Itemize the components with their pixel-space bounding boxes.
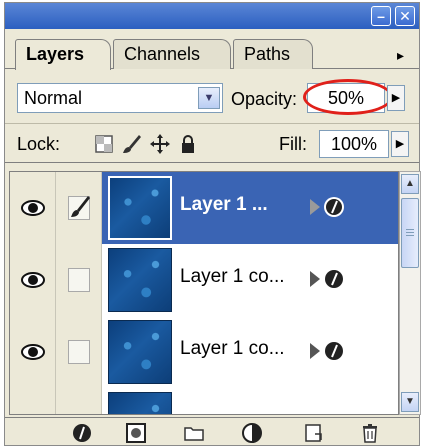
blend-mode-value: Normal [24,88,83,108]
title-bar: – ✕ [5,3,419,29]
lock-pixels-icon[interactable] [121,133,143,155]
layer-effects-icon[interactable] [308,266,348,292]
fill-input[interactable]: 100% [319,130,389,158]
new-layer-icon[interactable] [303,422,325,444]
chevron-down-icon[interactable]: ▼ [198,87,220,109]
layers-scrollbar[interactable]: ▲ ▼ [399,171,421,415]
minimize-button[interactable]: – [371,6,391,26]
tab-channels[interactable]: Channels [113,39,231,69]
scroll-thumb[interactable] [401,198,419,268]
layer-thumbnail [108,392,172,414]
fill-slider-button[interactable]: ▶ [391,131,409,157]
new-group-icon[interactable] [183,422,205,444]
link-box [68,340,90,364]
tab-layers[interactable]: Layers [15,39,111,70]
layer-name: Layer 1 ... [180,194,268,215]
layer-row[interactable]: Layer 1 co... [10,244,398,316]
add-mask-icon[interactable] [125,422,147,444]
layer-info[interactable]: Layer 1 ... [102,172,398,244]
blend-row: Normal ▼ Opacity: 50% ▶ [5,77,419,117]
layer-info[interactable]: Layer 1 co... [102,316,398,388]
scroll-down-button[interactable]: ▼ [401,392,419,412]
visibility-toggle[interactable] [10,388,56,414]
brush-icon [71,196,90,217]
eye-icon [21,200,45,216]
layer-info[interactable] [102,388,398,414]
grip-icon [406,229,414,230]
visibility-toggle[interactable] [10,172,56,244]
layer-effects-icon[interactable] [308,194,348,220]
layer-row-partial[interactable] [10,388,398,414]
blend-mode-select[interactable]: Normal ▼ [17,83,223,113]
visibility-toggle[interactable] [10,244,56,316]
adjustment-layer-icon[interactable] [241,422,263,444]
layer-row[interactable]: Layer 1 co... [10,316,398,388]
link-toggle[interactable] [56,388,102,414]
link-box [68,268,90,292]
layer-info[interactable]: Layer 1 co... [102,244,398,316]
opacity-label: Opacity: [231,89,298,109]
lock-label: Lock: [17,134,61,154]
visibility-toggle[interactable] [10,316,56,388]
lock-row: Lock: Fill: 100% ▶ [5,123,419,163]
link-layers-icon[interactable] [71,422,93,444]
lock-all-icon[interactable] [177,133,199,155]
lock-transparency-icon[interactable] [93,133,115,155]
layer-thumbnail [108,320,172,384]
link-toggle[interactable] [56,316,102,388]
layer-thumbnail [108,248,172,312]
panel-toolbar [5,417,419,445]
close-button[interactable]: ✕ [395,6,415,26]
layers-list: Layer 1 ... Layer 1 co... Layer 1 co... [9,171,399,415]
fill-label: Fill: [279,134,307,154]
link-toggle[interactable] [56,172,102,244]
eye-icon [21,344,45,360]
highlight-circle [303,79,393,115]
link-toggle[interactable] [56,244,102,316]
tab-paths[interactable]: Paths [233,39,313,69]
layer-name: Layer 1 co... [180,338,285,359]
layer-effects-icon[interactable] [308,338,348,364]
layer-thumbnail [108,176,172,240]
layers-panel: – ✕ Layers Channels Paths ▸ Normal ▼ Opa… [4,2,421,446]
panel-menu-button[interactable]: ▸ [397,47,404,64]
lock-position-icon[interactable] [149,133,171,155]
trash-icon[interactable] [359,422,381,444]
layer-name: Layer 1 co... [180,266,285,287]
opacity-slider-button[interactable]: ▶ [387,85,405,111]
scroll-up-button[interactable]: ▲ [401,174,419,194]
layer-row[interactable]: Layer 1 ... [10,172,398,244]
panel-tabs: Layers Channels Paths ▸ [5,33,419,70]
eye-icon [21,272,45,288]
